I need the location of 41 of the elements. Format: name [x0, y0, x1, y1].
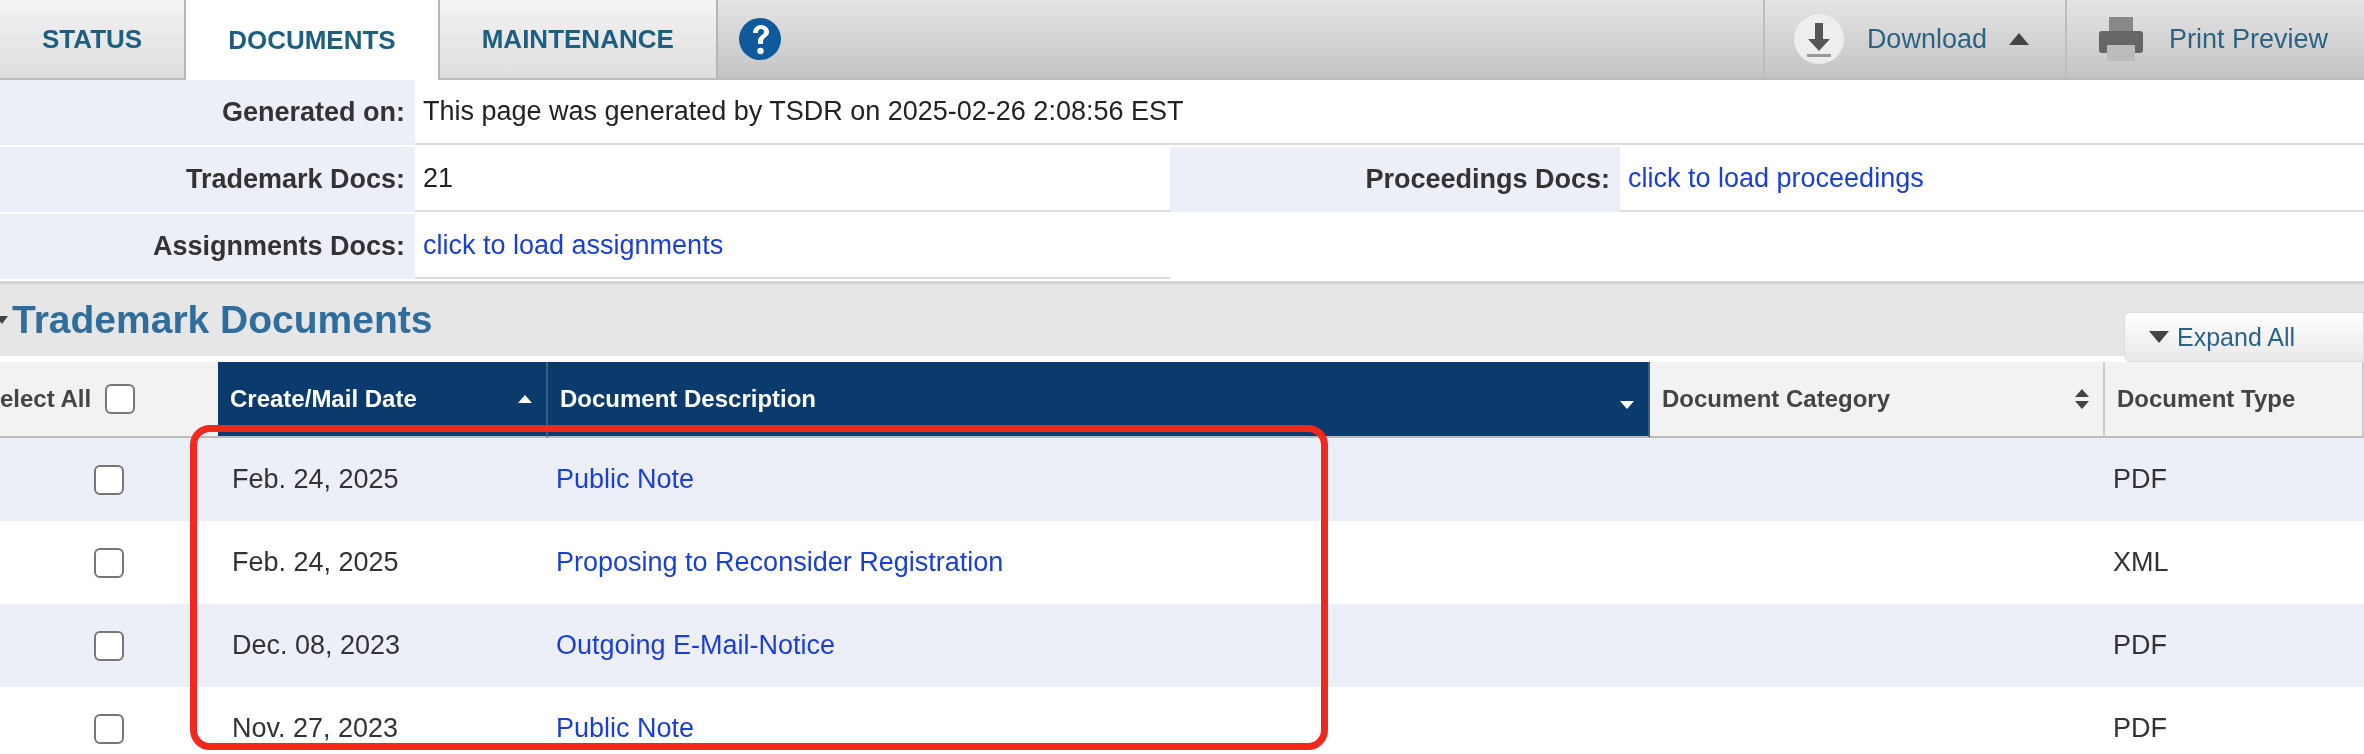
tab[interactable]: MAINTENANCE	[439, 0, 718, 78]
field-value: 21	[415, 147, 1170, 212]
download-button[interactable]: Download	[1866, 23, 1987, 55]
column-header[interactable]: Document Type	[2105, 362, 2364, 438]
date-cell: Nov. 27, 2023	[232, 713, 399, 744]
date-cell: Feb. 24, 2025	[232, 547, 399, 578]
column-header[interactable]: Document Description	[548, 362, 1650, 438]
row-checkbox[interactable]	[94, 547, 124, 578]
tab[interactable]: STATUS	[0, 0, 187, 78]
expand-all-button[interactable]: Expand All	[2124, 312, 2364, 362]
document-link[interactable]: Public Note	[556, 464, 695, 495]
type-cell: PDF	[2113, 713, 2167, 744]
print-preview-button[interactable]: Print Preview	[2168, 23, 2328, 55]
tab[interactable]: DOCUMENTS	[186, 0, 440, 80]
type-cell: PDF	[2113, 464, 2167, 495]
caret-icon[interactable]	[2008, 33, 2029, 45]
field-value: This page was generated by TSDR on 2025-02-26 2:08:56 EST	[415, 80, 2364, 145]
type-cell: PDF	[2113, 630, 2167, 661]
row-checkbox[interactable]	[94, 713, 124, 744]
column-header[interactable]: Document Category	[1650, 362, 2105, 438]
field-label: Proceedings Docs:	[1170, 147, 1620, 214]
row-checkbox[interactable]	[94, 630, 124, 661]
select-all-checkbox[interactable]	[105, 384, 136, 414]
document-link[interactable]: Public Note	[556, 713, 695, 744]
download-icon[interactable]	[1792, 13, 1845, 65]
field-label: Generated on:	[0, 80, 415, 147]
field-label: Assignments Docs:	[0, 214, 415, 281]
select-all-label: elect All	[0, 385, 92, 413]
type-cell: XML	[2113, 547, 2169, 578]
load-assignments-link[interactable]: click to load assignments	[423, 230, 724, 260]
help-icon[interactable]	[737, 17, 782, 61]
document-link[interactable]: Outgoing E-Mail-Notice	[556, 630, 836, 661]
column-header[interactable]: Create/Mail Date	[218, 362, 548, 438]
load-proceedings-link[interactable]: click to load proceedings	[1628, 163, 1924, 193]
field-label: Trademark Docs:	[0, 147, 415, 214]
date-cell: Dec. 08, 2023	[232, 630, 401, 661]
document-link[interactable]: Proposing to Reconsider Registration	[556, 547, 1004, 578]
date-cell: Feb. 24, 2025	[232, 464, 399, 495]
caret-icon	[2149, 331, 2169, 343]
row-checkbox[interactable]	[94, 464, 124, 495]
section-title: Trademark Documents	[12, 298, 433, 342]
